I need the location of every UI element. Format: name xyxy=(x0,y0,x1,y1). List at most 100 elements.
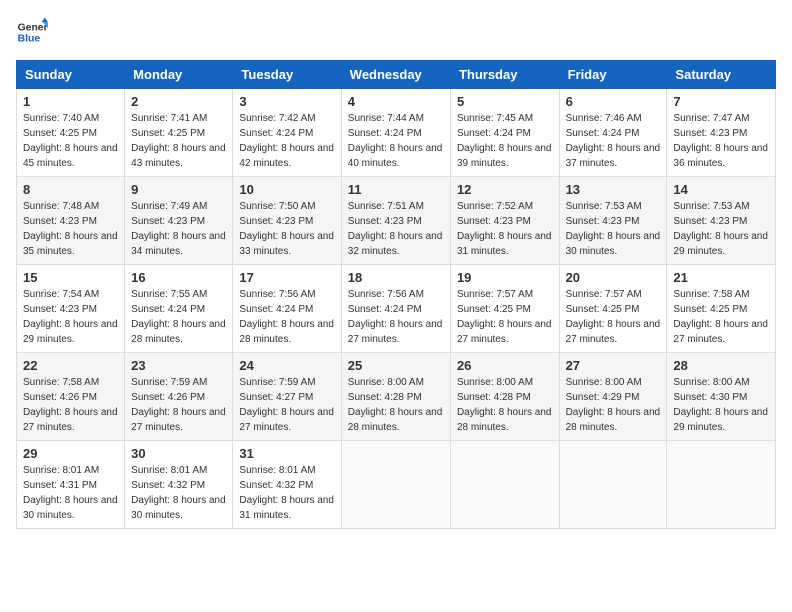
day-number: 21 xyxy=(673,270,769,285)
day-info: Sunrise: 8:00 AMSunset: 4:30 PMDaylight:… xyxy=(673,375,769,435)
calendar-body: 1 Sunrise: 7:40 AMSunset: 4:25 PMDaylight… xyxy=(17,89,776,529)
page-header: General Blue xyxy=(16,16,776,48)
day-number: 5 xyxy=(457,94,553,109)
calendar-day-cell: 16 Sunrise: 7:55 AMSunset: 4:24 PMDayligh… xyxy=(125,265,233,353)
day-number: 23 xyxy=(131,358,226,373)
calendar-header-row: SundayMondayTuesdayWednesdayThursdayFrid… xyxy=(17,61,776,89)
calendar-day-cell: 12Sunrise: 7:52 AMSunset: 4:23 PMDayligh… xyxy=(450,177,559,265)
day-number: 15 xyxy=(23,270,118,285)
day-number: 8 xyxy=(23,182,118,197)
day-number: 22 xyxy=(23,358,118,373)
day-number: 30 xyxy=(131,446,226,461)
day-info: Sunrise: 8:01 AMSunset: 4:31 PMDaylight:… xyxy=(23,463,118,523)
day-number: 4 xyxy=(348,94,444,109)
day-info: Sunrise: 7:40 AMSunset: 4:25 PMDaylight:… xyxy=(23,111,118,171)
day-info: Sunrise: 7:46 AMSunset: 4:24 PMDaylight:… xyxy=(566,111,661,171)
calendar-day-cell: 22 Sunrise: 7:58 AMSunset: 4:26 PMDayligh… xyxy=(17,353,125,441)
day-info: Sunrise: 7:56 AMSunset: 4:24 PMDaylight:… xyxy=(239,287,334,347)
day-info: Sunrise: 8:01 AMSunset: 4:32 PMDaylight:… xyxy=(239,463,334,523)
day-number: 26 xyxy=(457,358,553,373)
calendar-day-cell: 9 Sunrise: 7:49 AMSunset: 4:23 PMDaylight… xyxy=(125,177,233,265)
calendar-week-row: 8Sunrise: 7:48 AMSunset: 4:23 PMDaylight… xyxy=(17,177,776,265)
day-number: 20 xyxy=(566,270,661,285)
calendar-day-cell: 4Sunrise: 7:44 AMSunset: 4:24 PMDaylight… xyxy=(341,89,450,177)
calendar-day-cell: 20 Sunrise: 7:57 AMSunset: 4:25 PMDayligh… xyxy=(559,265,667,353)
day-info: Sunrise: 7:53 AMSunset: 4:23 PMDaylight:… xyxy=(566,199,661,259)
calendar-day-cell: 17 Sunrise: 7:56 AMSunset: 4:24 PMDayligh… xyxy=(233,265,341,353)
weekday-header: Thursday xyxy=(450,61,559,89)
calendar-day-cell: 3 Sunrise: 7:42 AMSunset: 4:24 PMDaylight… xyxy=(233,89,341,177)
day-info: Sunrise: 7:42 AMSunset: 4:24 PMDaylight:… xyxy=(239,111,334,171)
day-info: Sunrise: 7:53 AMSunset: 4:23 PMDaylight:… xyxy=(673,199,769,259)
calendar-day-cell: 11 Sunrise: 7:51 AMSunset: 4:23 PMDayligh… xyxy=(341,177,450,265)
logo: General Blue xyxy=(16,16,48,48)
calendar-day-cell: 19Sunrise: 7:57 AMSunset: 4:25 PMDayligh… xyxy=(450,265,559,353)
weekday-header: Tuesday xyxy=(233,61,341,89)
day-info: Sunrise: 7:41 AMSunset: 4:25 PMDaylight:… xyxy=(131,111,226,171)
calendar-day-cell: 24 Sunrise: 7:59 AMSunset: 4:27 PMDayligh… xyxy=(233,353,341,441)
day-info: Sunrise: 8:01 AMSunset: 4:32 PMDaylight:… xyxy=(131,463,226,523)
day-info: Sunrise: 7:59 AMSunset: 4:27 PMDaylight:… xyxy=(239,375,334,435)
day-number: 11 xyxy=(348,182,444,197)
day-number: 29 xyxy=(23,446,118,461)
day-number: 2 xyxy=(131,94,226,109)
calendar-day-cell: 25Sunrise: 8:00 AMSunset: 4:28 PMDayligh… xyxy=(341,353,450,441)
calendar-day-cell: 23 Sunrise: 7:59 AMSunset: 4:26 PMDayligh… xyxy=(125,353,233,441)
weekday-header: Sunday xyxy=(17,61,125,89)
calendar-table: SundayMondayTuesdayWednesdayThursdayFrid… xyxy=(16,60,776,529)
calendar-day-cell: 18 Sunrise: 7:56 AMSunset: 4:24 PMDayligh… xyxy=(341,265,450,353)
day-number: 25 xyxy=(348,358,444,373)
calendar-day-cell: 10 Sunrise: 7:50 AMSunset: 4:23 PMDayligh… xyxy=(233,177,341,265)
calendar-day-cell: 21 Sunrise: 7:58 AMSunset: 4:25 PMDayligh… xyxy=(667,265,776,353)
day-number: 6 xyxy=(566,94,661,109)
day-info: Sunrise: 7:54 AMSunset: 4:23 PMDaylight:… xyxy=(23,287,118,347)
svg-text:Blue: Blue xyxy=(18,34,41,45)
day-number: 7 xyxy=(673,94,769,109)
day-number: 12 xyxy=(457,182,553,197)
calendar-day-cell xyxy=(667,441,776,529)
day-number: 10 xyxy=(239,182,334,197)
calendar-day-cell: 28 Sunrise: 8:00 AMSunset: 4:30 PMDayligh… xyxy=(667,353,776,441)
day-number: 18 xyxy=(348,270,444,285)
logo-icon: General Blue xyxy=(16,16,48,48)
calendar-week-row: 29 Sunrise: 8:01 AMSunset: 4:31 PMDayligh… xyxy=(17,441,776,529)
day-number: 16 xyxy=(131,270,226,285)
day-info: Sunrise: 7:56 AMSunset: 4:24 PMDaylight:… xyxy=(348,287,444,347)
calendar-day-cell: 7 Sunrise: 7:47 AMSunset: 4:23 PMDaylight… xyxy=(667,89,776,177)
day-info: Sunrise: 7:51 AMSunset: 4:23 PMDaylight:… xyxy=(348,199,444,259)
weekday-header: Saturday xyxy=(667,61,776,89)
calendar-day-cell: 5 Sunrise: 7:45 AMSunset: 4:24 PMDaylight… xyxy=(450,89,559,177)
day-info: Sunrise: 7:49 AMSunset: 4:23 PMDaylight:… xyxy=(131,199,226,259)
day-number: 27 xyxy=(566,358,661,373)
day-number: 17 xyxy=(239,270,334,285)
day-info: Sunrise: 7:59 AMSunset: 4:26 PMDaylight:… xyxy=(131,375,226,435)
day-number: 28 xyxy=(673,358,769,373)
calendar-day-cell: 29 Sunrise: 8:01 AMSunset: 4:31 PMDayligh… xyxy=(17,441,125,529)
day-number: 31 xyxy=(239,446,334,461)
day-info: Sunrise: 7:50 AMSunset: 4:23 PMDaylight:… xyxy=(239,199,334,259)
calendar-day-cell: 26Sunrise: 8:00 AMSunset: 4:28 PMDayligh… xyxy=(450,353,559,441)
day-info: Sunrise: 8:00 AMSunset: 4:29 PMDaylight:… xyxy=(566,375,661,435)
day-info: Sunrise: 7:47 AMSunset: 4:23 PMDaylight:… xyxy=(673,111,769,171)
day-info: Sunrise: 7:55 AMSunset: 4:24 PMDaylight:… xyxy=(131,287,226,347)
day-number: 13 xyxy=(566,182,661,197)
day-number: 24 xyxy=(239,358,334,373)
day-info: Sunrise: 7:58 AMSunset: 4:26 PMDaylight:… xyxy=(23,375,118,435)
calendar-day-cell: 27 Sunrise: 8:00 AMSunset: 4:29 PMDayligh… xyxy=(559,353,667,441)
calendar-day-cell: 15 Sunrise: 7:54 AMSunset: 4:23 PMDayligh… xyxy=(17,265,125,353)
svg-text:General: General xyxy=(18,22,48,33)
calendar-day-cell: 30 Sunrise: 8:01 AMSunset: 4:32 PMDayligh… xyxy=(125,441,233,529)
day-number: 3 xyxy=(239,94,334,109)
day-number: 9 xyxy=(131,182,226,197)
calendar-day-cell: 31 Sunrise: 8:01 AMSunset: 4:32 PMDayligh… xyxy=(233,441,341,529)
day-info: Sunrise: 7:57 AMSunset: 4:25 PMDaylight:… xyxy=(566,287,661,347)
day-info: Sunrise: 7:58 AMSunset: 4:25 PMDaylight:… xyxy=(673,287,769,347)
calendar-day-cell: 1 Sunrise: 7:40 AMSunset: 4:25 PMDaylight… xyxy=(17,89,125,177)
day-number: 1 xyxy=(23,94,118,109)
calendar-day-cell: 13 Sunrise: 7:53 AMSunset: 4:23 PMDayligh… xyxy=(559,177,667,265)
day-info: Sunrise: 7:45 AMSunset: 4:24 PMDaylight:… xyxy=(457,111,553,171)
calendar-week-row: 15 Sunrise: 7:54 AMSunset: 4:23 PMDayligh… xyxy=(17,265,776,353)
calendar-day-cell: 8Sunrise: 7:48 AMSunset: 4:23 PMDaylight… xyxy=(17,177,125,265)
day-number: 14 xyxy=(673,182,769,197)
weekday-header: Wednesday xyxy=(341,61,450,89)
